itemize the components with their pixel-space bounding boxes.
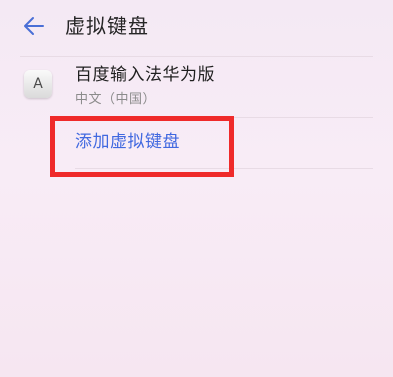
arrow-left-icon xyxy=(24,17,44,35)
item-divider xyxy=(75,117,373,118)
action-divider xyxy=(75,168,373,169)
keyboard-language: 中文（中国） xyxy=(75,92,157,107)
add-virtual-keyboard-button[interactable]: 添加虚拟键盘 xyxy=(75,130,180,154)
page-title: 虚拟键盘 xyxy=(65,14,149,38)
keyboard-list-item[interactable]: A 百度输入法华为版 中文（中国） xyxy=(0,56,393,110)
top-app-bar: 虚拟键盘 xyxy=(0,0,393,50)
keyboard-app-icon: A xyxy=(24,70,52,98)
virtual-keyboard-screen: 虚拟键盘 A 百度输入法华为版 中文（中国） 添加虚拟键盘 xyxy=(0,0,393,377)
back-button[interactable] xyxy=(20,12,48,40)
app-icon-letter: A xyxy=(33,76,43,92)
keyboard-name: 百度输入法华为版 xyxy=(75,65,215,85)
